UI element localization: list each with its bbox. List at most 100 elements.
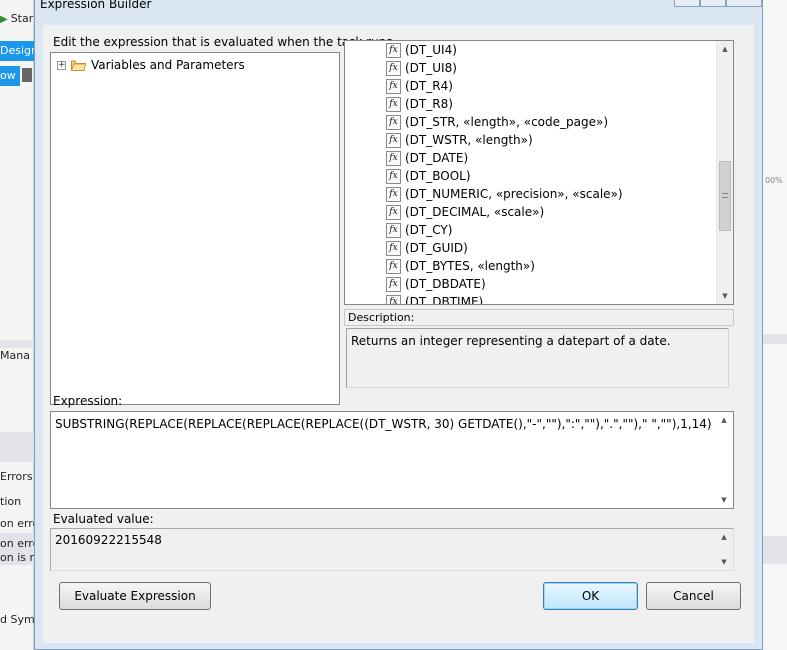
function-item[interactable]: fx (DT_CY) — [386, 221, 623, 239]
minimize-icon[interactable]: – — [674, 0, 700, 7]
function-item[interactable]: fx (DT_R8) — [386, 95, 623, 113]
evaluate-expression-button[interactable]: Evaluate Expression — [59, 582, 211, 610]
expression-scrollbar[interactable]: ▲ ▼ — [716, 412, 733, 508]
function-label: (DT_UI4) — [405, 43, 457, 57]
function-label: (DT_CY) — [405, 223, 453, 237]
function-icon: fx — [386, 42, 401, 58]
function-icon: fx — [386, 222, 401, 238]
function-label: (DT_WSTR, «length») — [405, 133, 533, 147]
evaluated-value-label: Evaluated value: — [53, 512, 154, 526]
grip-icon — [722, 193, 728, 198]
error-row-2: on erro — [0, 537, 34, 550]
function-item[interactable]: fx (DT_STR, «length», «code_page») — [386, 113, 623, 131]
description-text: Returns an integer representing a datepa… — [346, 328, 729, 388]
function-icon: fx — [386, 186, 401, 202]
function-icon: fx — [386, 240, 401, 256]
scroll-down-icon[interactable]: ▼ — [717, 288, 733, 304]
function-icon: fx — [386, 168, 401, 184]
scroll-thumb[interactable] — [719, 161, 731, 231]
expression-input[interactable]: SUBSTRING(REPLACE(REPLACE(REPLACE(REPLAC… — [50, 411, 734, 509]
function-icon: fx — [386, 258, 401, 274]
function-item[interactable]: fx (DT_DECIMAL, «scale») — [386, 203, 623, 221]
function-item[interactable]: fx (DT_DBDATE) — [386, 275, 623, 293]
function-item[interactable]: fx (DT_NUMERIC, «precision», «scale») — [386, 185, 623, 203]
expression-label: Expression: — [53, 394, 123, 408]
functions-scrollbar[interactable]: ▲ ▼ — [716, 41, 733, 304]
function-icon: fx — [386, 96, 401, 112]
function-item[interactable]: fx (DT_UI4) — [386, 41, 623, 59]
close-icon[interactable]: ✕ — [726, 0, 762, 7]
function-label: (DT_DBTIME) — [405, 295, 484, 305]
ok-button[interactable]: OK — [543, 582, 638, 610]
function-label: (DT_BOOL) — [405, 169, 471, 183]
function-icon: fx — [386, 132, 401, 148]
dialog-titlebar[interactable]: Expression Builder – □ ✕ — [35, 0, 762, 25]
error-row-3: on is n — [0, 551, 34, 564]
start-button[interactable]: ▶ Star — [0, 12, 33, 25]
window-controls: – □ ✕ — [674, 0, 762, 7]
evaluated-scrollbar[interactable]: ▲ ▼ — [716, 529, 733, 570]
function-label: (DT_DBDATE) — [405, 277, 486, 291]
functions-list-items: fx (DT_UI4) fx (DT_UI8) fx (DT_R4) fx (DT_R8) fx… — [386, 41, 623, 305]
function-label: (DT_DECIMAL, «scale») — [405, 205, 545, 219]
evaluated-value-text: 20160922215548 — [55, 533, 162, 547]
function-label: (DT_UI8) — [405, 61, 457, 75]
functions-list[interactable]: fx (DT_UI4) fx (DT_UI8) fx (DT_R4) fx (DT_R8) fx… — [344, 40, 734, 305]
function-label: (DT_STR, «length», «code_page») — [405, 115, 609, 129]
variables-tree[interactable]: + Variables and Parameters — [50, 52, 340, 405]
ide-band — [763, 334, 787, 344]
scroll-up-icon[interactable]: ▲ — [716, 529, 732, 545]
function-label: (DT_R4) — [405, 79, 453, 93]
function-item[interactable]: fx (DT_UI8) — [386, 59, 623, 77]
function-label: (DT_BYTES, «length») — [405, 259, 535, 273]
ide-left-panel: ▶Star Design ow Mana Errors tion on erro… — [0, 0, 34, 650]
symbols-label: d Sym — [0, 613, 34, 626]
connection-manager-label: Mana — [0, 349, 30, 362]
function-label: (DT_NUMERIC, «precision», «scale») — [405, 187, 623, 201]
expression-text: SUBSTRING(REPLACE(REPLACE(REPLACE(REPLAC… — [55, 417, 712, 431]
scroll-up-icon[interactable]: ▲ — [716, 412, 732, 428]
function-item[interactable]: fx (DT_WSTR, «length») — [386, 131, 623, 149]
function-item[interactable]: fx (DT_R4) — [386, 77, 623, 95]
folder-icon — [71, 59, 86, 71]
function-label: (DT_DATE) — [405, 151, 469, 165]
function-icon: fx — [386, 114, 401, 130]
errors-tab[interactable]: Errors — [0, 470, 34, 483]
function-label: (DT_R8) — [405, 97, 453, 111]
design-tab[interactable]: Design — [0, 41, 34, 61]
scroll-down-icon[interactable]: ▼ — [716, 492, 732, 508]
zoom-label: 00% — [765, 176, 783, 185]
dialog-client-area: Edit the expression that is evaluated wh… — [43, 25, 754, 643]
function-icon: fx — [386, 204, 401, 220]
maximize-icon[interactable]: □ — [700, 0, 726, 7]
tree-node-label: Variables and Parameters — [91, 58, 245, 72]
function-item[interactable]: fx (DT_DBTIME) — [386, 293, 623, 305]
function-item[interactable]: fx (DT_DATE) — [386, 149, 623, 167]
error-row-1: on erro — [0, 517, 34, 530]
ow-tab[interactable]: ow — [0, 66, 20, 86]
dialog-title: Expression Builder — [40, 0, 152, 11]
ide-band — [0, 340, 34, 348]
function-icon: fx — [386, 150, 401, 166]
expression-builder-dialog: Expression Builder – □ ✕ Edit the expres… — [34, 0, 763, 650]
function-label: (DT_GUID) — [405, 241, 468, 255]
function-item[interactable]: fx (DT_BYTES, «length») — [386, 257, 623, 275]
function-item[interactable]: fx (DT_BOOL) — [386, 167, 623, 185]
evaluated-value-output: 20160922215548 ▲ ▼ — [50, 528, 734, 571]
function-icon: fx — [386, 294, 401, 304]
function-icon: fx — [386, 60, 401, 76]
function-item[interactable]: fx (DT_GUID) — [386, 239, 623, 257]
cancel-button[interactable]: Cancel — [646, 582, 741, 610]
expand-icon[interactable]: + — [57, 60, 66, 70]
ide-band — [763, 536, 787, 564]
description-column: tion — [0, 495, 22, 508]
tree-node-variables[interactable]: + Variables and Parameters — [57, 58, 245, 72]
description-label: Description: — [344, 309, 734, 326]
scroll-up-icon[interactable]: ▲ — [717, 41, 733, 57]
scroll-down-icon[interactable]: ▼ — [716, 554, 732, 570]
play-icon: ▶ — [0, 14, 8, 25]
toolbar-icon — [22, 68, 32, 82]
ide-band — [0, 432, 34, 462]
function-icon: fx — [386, 78, 401, 94]
function-icon: fx — [386, 276, 401, 292]
